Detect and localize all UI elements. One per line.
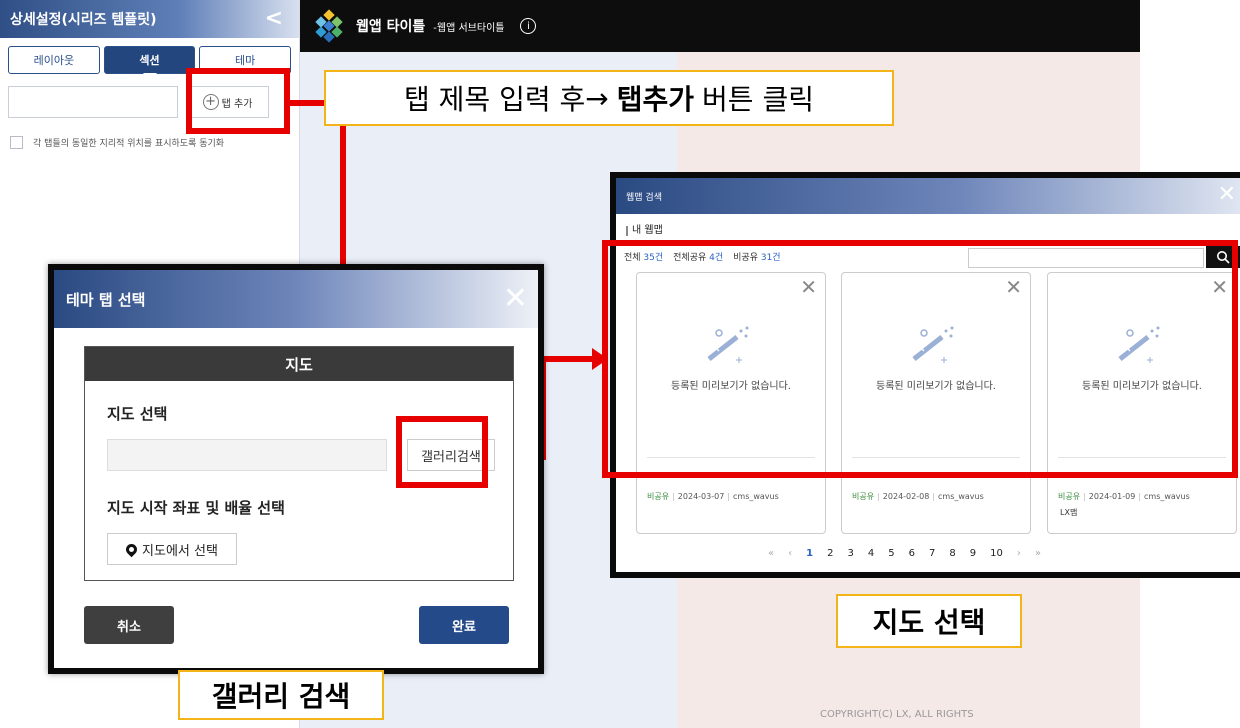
cancel-button[interactable]: 취소: [84, 606, 174, 644]
select-on-map-button[interactable]: 지도에서 선택: [107, 533, 237, 565]
app-header: 웹앱 타이틀 -웹앱 서브타이틀 i: [300, 0, 1140, 52]
close-icon[interactable]: ✕: [503, 284, 528, 314]
settings-panel-title: 상세설정(시리즈 템플릿): [10, 12, 157, 28]
card-name: LX맵: [1060, 508, 1078, 517]
coord-label: 지도 시작 좌표 및 배율 선택: [107, 499, 285, 517]
pagination: « ‹ 1 2 3 4 5 6 7 8 9 10 › »: [768, 548, 1041, 559]
card-meta: 비공유 | 2024-01-09 | cms_wavus: [1058, 492, 1190, 501]
tab-layout[interactable]: 레이아웃: [8, 46, 100, 74]
highlight-add-tab: [186, 68, 290, 134]
callout-gallery-search: 갤러리 검색: [178, 670, 384, 720]
highlight-webmap-cards: [602, 240, 1238, 478]
page-9[interactable]: 9: [970, 548, 976, 559]
page-1[interactable]: 1: [806, 548, 813, 559]
app-logo-icon: [314, 9, 344, 43]
tab-title-input[interactable]: [8, 86, 178, 118]
map-section-title: 지도: [85, 347, 513, 381]
page-6[interactable]: 6: [909, 548, 915, 559]
close-icon[interactable]: ✕: [1218, 184, 1236, 206]
settings-panel-header: 상세설정(시리즈 템플릿) <: [0, 0, 299, 38]
location-pin-icon: [123, 541, 140, 557]
map-select-input[interactable]: [107, 439, 387, 471]
webmap-dialog-header: 웹맵 검색 ✕: [616, 178, 1240, 214]
page-7[interactable]: 7: [929, 548, 935, 559]
callout-text-bold: 탭추가: [616, 83, 695, 116]
tab-section[interactable]: 섹션: [103, 46, 196, 81]
sync-checkbox[interactable]: [10, 136, 23, 149]
sync-label: 각 탭들의 동일한 지리적 위치를 표시하도록 동기화: [33, 139, 225, 149]
page-10[interactable]: 10: [990, 548, 1003, 559]
callout-map-select: 지도 선택: [836, 594, 1022, 648]
done-button[interactable]: 완료: [419, 606, 509, 644]
last-page-button[interactable]: »: [1035, 548, 1041, 559]
prev-page-button[interactable]: ‹: [788, 548, 792, 559]
page-5[interactable]: 5: [888, 548, 894, 559]
arrow-icon: →: [585, 81, 609, 115]
screen: 상세설정(시리즈 템플릿) < 레이아웃 섹션 테마 + 탭 추가 각 탭들의 …: [0, 0, 1240, 728]
page-4[interactable]: 4: [868, 548, 874, 559]
highlight-gallery-search: [396, 416, 488, 488]
theme-dialog-title: 테마 탭 선택: [66, 290, 146, 309]
card-meta: 비공유 | 2024-03-07 | cms_wavus: [647, 492, 779, 501]
callout-text-post: 버튼 클릭: [702, 83, 814, 116]
connector-line: [540, 356, 596, 362]
page-3[interactable]: 3: [847, 548, 853, 559]
info-icon[interactable]: i: [520, 18, 537, 34]
copyright-text: COPYRIGHT(C) LX, ALL RIGHTS: [820, 709, 974, 720]
page-2[interactable]: 2: [827, 548, 833, 559]
callout-add-tab: 탭 제목 입력 후 → 탭추가 버튼 클릭: [324, 70, 894, 126]
app-subtitle: -웹앱 서브타이틀: [433, 22, 505, 34]
select-on-map-label: 지도에서 선택: [142, 543, 218, 559]
my-webmap-section: 내 웹맵: [626, 226, 663, 236]
page-8[interactable]: 8: [949, 548, 955, 559]
next-page-button[interactable]: ›: [1017, 548, 1021, 559]
card-meta: 비공유 | 2024-02-08 | cms_wavus: [852, 492, 984, 501]
callout-text-pre: 탭 제목 입력 후: [404, 83, 586, 116]
map-select-label: 지도 선택: [107, 405, 168, 423]
first-page-button[interactable]: «: [768, 548, 774, 559]
collapse-icon[interactable]: <: [265, 8, 283, 30]
webmap-dialog-title: 웹맵 검색: [626, 192, 662, 203]
theme-dialog-header: 테마 탭 선택 ✕: [54, 270, 538, 328]
app-title: 웹앱 타이틀: [356, 19, 426, 35]
